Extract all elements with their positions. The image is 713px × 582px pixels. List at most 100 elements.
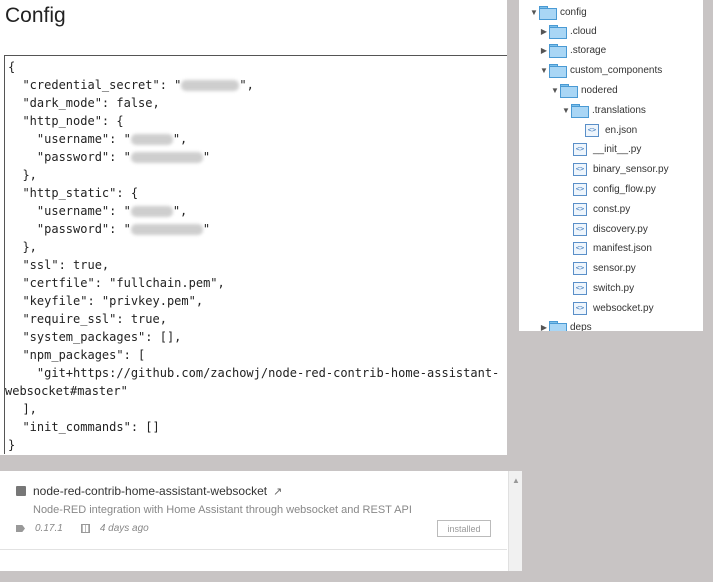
- code-line: },: [8, 240, 37, 254]
- scrollbar[interactable]: ▲: [508, 471, 522, 571]
- config-editor[interactable]: { "credential_secret": " ", "dark_mode": …: [4, 55, 507, 454]
- tree-label: websocket.py: [593, 302, 654, 314]
- tree-folder-nodered[interactable]: ▼ nodered: [550, 80, 618, 100]
- code-file-icon: <>: [573, 222, 587, 236]
- tree-label: .translations: [592, 104, 646, 116]
- code-line: "git+https://github.com/zachowj/node-red…: [8, 366, 500, 380]
- caret-down-icon[interactable]: ▼: [529, 8, 539, 17]
- caret-right-icon[interactable]: ▶: [539, 27, 549, 36]
- tree-folder-custom-components[interactable]: ▼ custom_components: [539, 60, 662, 80]
- tree-folder-config[interactable]: ▼ config: [529, 2, 587, 22]
- config-panel: Config { "credential_secret": " ", "dark_…: [0, 0, 507, 455]
- caret-down-icon[interactable]: ▼: [550, 86, 560, 95]
- addon-description: Node-RED integration with Home Assistant…: [33, 504, 412, 516]
- redacted-value: [181, 80, 240, 91]
- code-file-icon: <>: [573, 241, 587, 255]
- tree-label: switch.py: [593, 282, 635, 294]
- code-line: "dark_mode": false,: [8, 96, 160, 110]
- folder-open-icon: [549, 64, 567, 78]
- divider: [0, 549, 507, 550]
- tree-label: manifest.json: [593, 242, 652, 254]
- tree-label: en.json: [605, 124, 638, 136]
- addon-updated: 4 days ago: [99, 523, 149, 534]
- code-line: "require_ssl": true,: [8, 312, 167, 326]
- code-line: "username": " ",: [8, 204, 188, 218]
- external-link-icon[interactable]: ↗: [273, 485, 282, 498]
- tree-file-sensor-py[interactable]: <> sensor.py: [573, 258, 636, 278]
- tree-label: custom_components: [570, 64, 663, 76]
- code-line: "init_commands": []: [8, 420, 160, 434]
- tree-label: discovery.py: [593, 223, 648, 235]
- tree-file-binary-sensor-py[interactable]: <> binary_sensor.py: [573, 159, 669, 179]
- caret-right-icon[interactable]: ▶: [539, 46, 549, 55]
- caret-right-icon[interactable]: ▶: [539, 323, 549, 332]
- folder-icon: [549, 321, 567, 331]
- code-line: websocket#master": [5, 384, 128, 398]
- code-line: {: [8, 60, 16, 74]
- caret-down-icon[interactable]: ▼: [561, 106, 571, 115]
- addon-card: node-red-contrib-home-assistant-websocke…: [0, 471, 522, 571]
- code-line: }: [8, 438, 16, 452]
- folder-icon: [549, 25, 567, 39]
- config-title: Config: [5, 4, 66, 27]
- tree-label: nodered: [581, 84, 618, 96]
- caret-down-icon[interactable]: ▼: [539, 66, 549, 75]
- tree-file-en-json[interactable]: <> en.json: [585, 120, 637, 140]
- scroll-up-icon[interactable]: ▲: [512, 476, 520, 485]
- code-file-icon: <>: [573, 261, 587, 275]
- tree-label: const.py: [593, 203, 631, 215]
- code-line: ],: [8, 402, 37, 416]
- folder-open-icon: [560, 84, 578, 98]
- tree-folder-deps[interactable]: ▶ deps: [539, 317, 592, 331]
- addon-name-link[interactable]: node-red-contrib-home-assistant-websocke…: [33, 484, 267, 498]
- tree-label: sensor.py: [593, 262, 636, 274]
- code-line: "certfile": "fullchain.pem",: [8, 276, 225, 290]
- folder-open-icon: [539, 6, 557, 20]
- tree-label: config_flow.py: [593, 183, 656, 195]
- tree-label: __init__.py: [593, 143, 642, 155]
- code-file-icon: <>: [573, 162, 587, 176]
- tree-label: binary_sensor.py: [593, 163, 669, 175]
- code-file-icon: <>: [573, 142, 587, 156]
- tree-file-init-py[interactable]: <> __init__.py: [573, 139, 641, 159]
- code-line: "http_node": {: [8, 114, 124, 128]
- code-file-icon: <>: [573, 182, 587, 196]
- redacted-value: [130, 206, 173, 217]
- calendar-icon: [80, 524, 90, 533]
- package-icon: [16, 486, 26, 496]
- code-file-icon: <>: [573, 281, 587, 295]
- tree-folder-storage[interactable]: ▶ .storage: [539, 40, 606, 60]
- code-line: "system_packages": [],: [8, 330, 182, 344]
- tag-icon: [16, 525, 25, 532]
- code-line: "npm_packages": [: [8, 348, 146, 362]
- redacted-value: [130, 134, 173, 145]
- tree-folder-translations[interactable]: ▼ .translations: [561, 100, 646, 120]
- code-line: "keyfile": "privkey.pem",: [8, 294, 204, 308]
- tree-label: .storage: [570, 44, 607, 56]
- installed-button[interactable]: installed: [437, 520, 491, 537]
- file-tree: ▼ config ▶ .cloud ▶ .storage ▼ custom_co…: [519, 0, 703, 331]
- redacted-value: [130, 224, 203, 235]
- code-line: "ssl": true,: [8, 258, 110, 272]
- tree-file-discovery-py[interactable]: <> discovery.py: [573, 219, 648, 239]
- code-file-icon: <>: [585, 123, 599, 137]
- addon-version: 0.17.1: [35, 523, 63, 534]
- tree-file-manifest-json[interactable]: <> manifest.json: [573, 238, 652, 258]
- redacted-value: [130, 152, 203, 163]
- tree-folder-cloud[interactable]: ▶ .cloud: [539, 21, 597, 41]
- tree-label: config: [560, 6, 587, 18]
- code-line: "password": " ": [8, 222, 211, 236]
- folder-icon: [549, 44, 567, 58]
- code-line: "http_static": {: [8, 186, 139, 200]
- code-file-icon: <>: [573, 202, 587, 216]
- addon-title-row[interactable]: node-red-contrib-home-assistant-websocke…: [16, 484, 282, 498]
- folder-open-icon: [571, 104, 589, 118]
- tree-file-switch-py[interactable]: <> switch.py: [573, 278, 634, 298]
- tree-file-config-flow-py[interactable]: <> config_flow.py: [573, 179, 656, 199]
- tree-file-const-py[interactable]: <> const.py: [573, 199, 630, 219]
- code-file-icon: <>: [573, 301, 587, 315]
- code-line: "username": " ",: [8, 132, 188, 146]
- addon-meta: 0.17.1 4 days ago: [16, 523, 149, 534]
- tree-file-websocket-py[interactable]: <> websocket.py: [573, 298, 654, 318]
- code-line: "password": " ": [8, 150, 211, 164]
